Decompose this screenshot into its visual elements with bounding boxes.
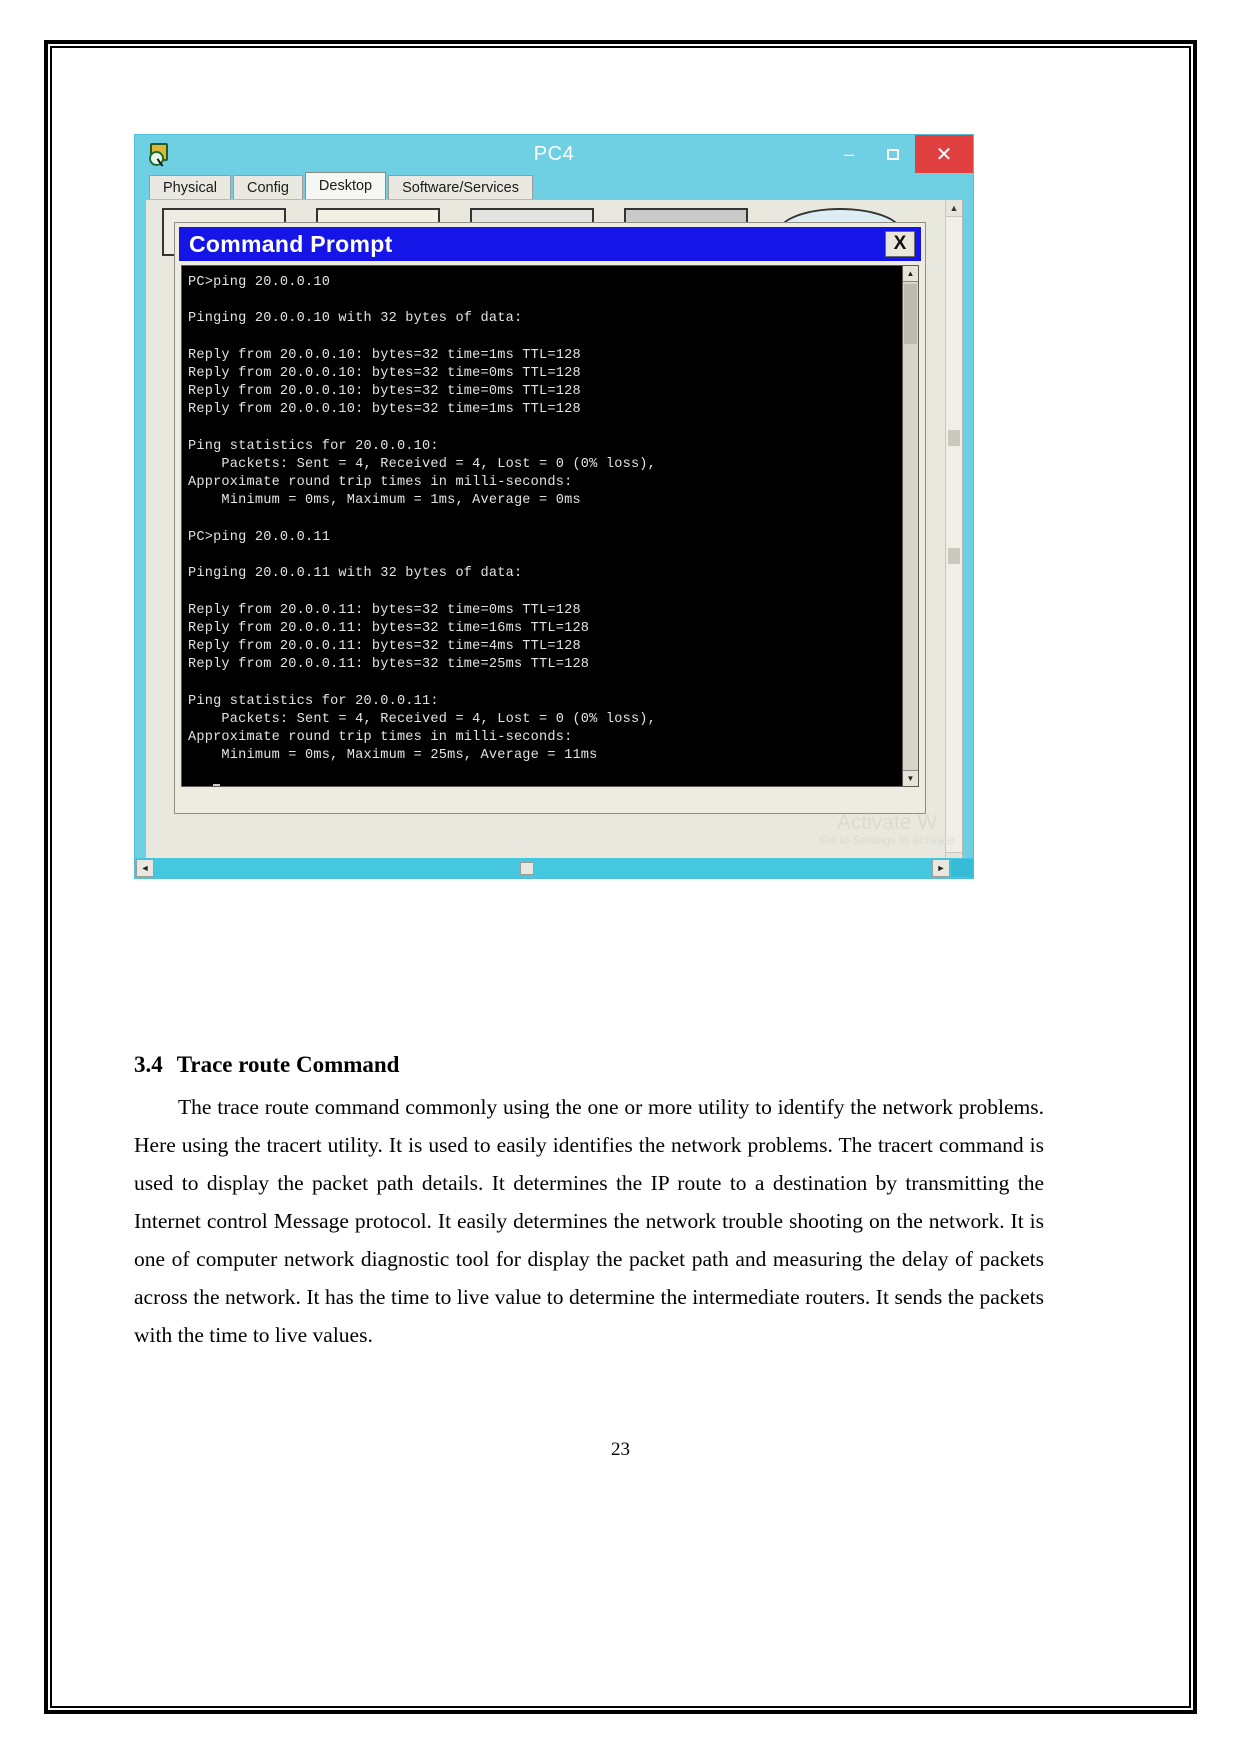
maximize-button[interactable] — [871, 135, 915, 173]
panel-vertical-scrollbar[interactable]: ▲ ▼ — [945, 200, 962, 869]
scrollbar-corner — [951, 859, 973, 877]
window-title-bar: PC4 – ✕ — [135, 135, 973, 173]
document-text-block: 3.4 Trace route Command The trace route … — [134, 1052, 1044, 1354]
scroll-down-icon[interactable]: ▼ — [903, 770, 918, 786]
panel-horizontal-scrollbar[interactable]: ◄ ► — [135, 858, 973, 878]
minimize-button[interactable]: – — [827, 135, 871, 173]
console-cursor — [213, 783, 221, 786]
watermark-line-1: Activate W — [836, 811, 938, 835]
close-button[interactable]: ✕ — [915, 135, 973, 173]
console-scroll-thumb[interactable] — [904, 284, 917, 344]
figure-pc4-command-prompt: PC4 – ✕ Physical Config Desktop Software… — [134, 134, 974, 879]
console-area: PC>ping 20.0.0.10 Pinging 20.0.0.10 with… — [181, 265, 919, 787]
console-vertical-scrollbar[interactable]: ▲ ▼ — [902, 266, 918, 786]
watermark-line-2: Go to Settings to activate — [819, 833, 954, 848]
page-content: PC4 – ✕ Physical Config Desktop Software… — [60, 56, 1181, 1698]
scroll-up-icon[interactable]: ▲ — [903, 266, 918, 282]
hscroll-right-icon[interactable]: ► — [932, 859, 950, 877]
window-controls: – ✕ — [827, 135, 973, 173]
activate-windows-watermark: Activate W Go to Settings to activate — [820, 812, 954, 847]
maximize-icon — [887, 148, 899, 160]
hscroll-left-icon[interactable]: ◄ — [136, 859, 154, 877]
panel-scroll-up-icon[interactable]: ▲ — [946, 200, 962, 217]
hscroll-thumb[interactable] — [519, 862, 534, 875]
console-output[interactable]: PC>ping 20.0.0.10 Pinging 20.0.0.10 with… — [182, 266, 902, 786]
tab-desktop[interactable]: Desktop — [304, 172, 387, 199]
section-title: Trace route Command — [176, 1052, 400, 1077]
panel-scroll-thumb-upper[interactable] — [948, 430, 960, 446]
section-number: 3.4 — [134, 1052, 163, 1077]
page-number: 23 — [611, 1439, 630, 1460]
tab-software-services[interactable]: Software/Services — [388, 175, 533, 199]
command-prompt-title: Command Prompt — [189, 230, 393, 257]
command-prompt-footer — [181, 791, 919, 809]
panel-scroll-thumb-lower[interactable] — [948, 548, 960, 564]
command-prompt-title-bar: Command Prompt X — [179, 227, 921, 261]
section-paragraph: The trace route command commonly using t… — [134, 1095, 1044, 1347]
desktop-tab-panel: Command Prompt X PC>ping 20.0.0.10 Pingi… — [145, 199, 963, 870]
tab-physical[interactable]: Physical — [149, 175, 231, 199]
command-prompt-close-button[interactable]: X — [885, 231, 915, 257]
hscroll-track[interactable] — [155, 859, 931, 877]
command-prompt-window: Command Prompt X PC>ping 20.0.0.10 Pingi… — [174, 222, 926, 814]
packet-tracer-device-window: PC4 – ✕ Physical Config Desktop Software… — [134, 134, 974, 879]
section-heading: 3.4 Trace route Command — [134, 1052, 1044, 1078]
tab-config[interactable]: Config — [233, 175, 303, 199]
device-tab-bar: Physical Config Desktop Software/Service… — [135, 172, 973, 199]
